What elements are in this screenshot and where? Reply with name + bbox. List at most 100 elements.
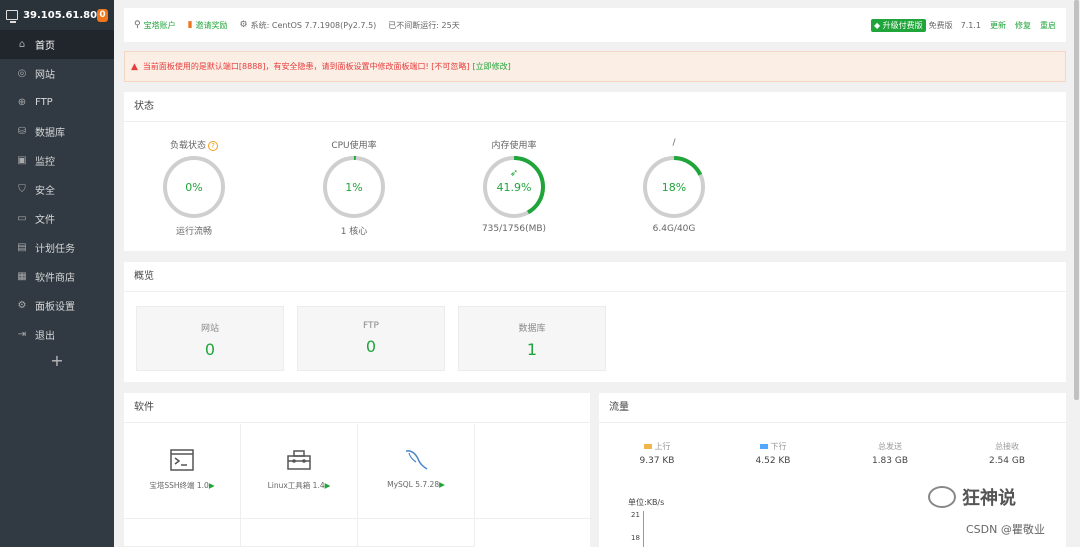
nav-icon: ▤ (17, 242, 27, 253)
nav-icon: ⚙ (17, 300, 27, 311)
gauge-title-text: / (672, 138, 676, 148)
sidebar-item[interactable]: ⛁ 数据库 (0, 117, 114, 146)
sidebar-item[interactable]: ⌂ 首页 (0, 30, 114, 59)
overview-label: 数据库 (518, 324, 546, 334)
nav-icon: ⊕ (17, 97, 27, 108)
overview-value: 0 (365, 337, 377, 356)
server-ip: 39.105.61.80 (23, 9, 98, 21)
terminal-icon (170, 449, 194, 471)
upgrade-button[interactable]: ◆ 升级付费版 (870, 18, 926, 32)
sidebar-item[interactable]: ⇥ 退出 (0, 320, 114, 349)
sidebar-item[interactable]: ⊕ FTP (0, 88, 114, 117)
gauge-title: 内存使用率 (454, 138, 574, 152)
traffic-value: 4.52 KB (755, 456, 791, 466)
software-empty-slot (124, 519, 241, 547)
gauge-value: 18% (662, 181, 686, 194)
sidebar-item-label: 数据库 (35, 128, 65, 139)
sidebar-item[interactable]: ▭ 文件 (0, 204, 114, 233)
sidebar-item-label: 面板设置 (35, 302, 75, 313)
overview-value: 1 (526, 340, 538, 359)
traffic-upload: 上行 9.37 KB (607, 441, 707, 466)
upload-swatch (643, 444, 652, 449)
sidebar-item-label: 软件商店 (35, 273, 75, 284)
gauge[interactable]: CPU使用率 1% 1 核心 (294, 138, 414, 237)
update-button[interactable]: 更新 (990, 20, 1006, 31)
restart-button[interactable]: 重启 (1040, 20, 1056, 31)
top-bar: ⚲ 宝塔账户 ▮ 邀请奖励 ⚙ 系统: CentOS 7.7.1908(Py2.… (124, 8, 1066, 42)
uptime-label: 已不间断运行: 25天 (388, 20, 460, 30)
sidebar-item-label: 网站 (35, 70, 55, 81)
sidebar-item[interactable]: ▦ 软件商店 (0, 262, 114, 291)
overview-card-ftp[interactable]: FTP 0 (297, 306, 445, 371)
sidebar-item[interactable]: ⚙ 面板设置 (0, 291, 114, 320)
traffic-download: 下行 4.52 KB (723, 441, 823, 466)
gift-icon: ▮ (187, 20, 193, 30)
overview-panel: 概览 网站 0 FTP 0 数据库 1 (124, 262, 1066, 382)
account-link[interactable]: ⚲ 宝塔账户 (134, 20, 176, 31)
sidebar-item[interactable]: ◎ 网站 (0, 59, 114, 88)
sidebar-item-label: 文件 (35, 215, 55, 226)
rocket-icon: ➶ (510, 168, 518, 179)
overview-value: 0 (204, 340, 216, 359)
overview-label: FTP (363, 321, 379, 331)
security-warning: ▲ 当前面板使用的是默认端口[8888]，有安全隐患，请到面板设置中修改面板端口… (124, 51, 1066, 82)
repair-button[interactable]: 修复 (1015, 20, 1031, 31)
watermark: 狂神说 (928, 484, 1016, 510)
overview-card-database[interactable]: 数据库 1 (458, 306, 606, 371)
overview-card-website[interactable]: 网站 0 (136, 306, 284, 371)
scrollbar-thumb[interactable] (1074, 0, 1079, 400)
sidebar-item[interactable]: ⛉ 安全 (0, 175, 114, 204)
warning-text: 当前面板使用的是默认端口[8888]，有安全隐患，请到面板设置中修改面板端口! … (142, 62, 470, 71)
software-item-toolbox[interactable]: Linux工具箱 1.4▶ (241, 424, 358, 519)
y-tick: 21 (631, 511, 640, 519)
system-label: 系统: CentOS 7.7.1908(Py2.7.5) (250, 20, 377, 30)
gauge-subtitle: 运行流畅 (175, 227, 212, 237)
account-label: 宝塔账户 (143, 20, 176, 30)
traffic-label: 上行 (654, 442, 671, 451)
fix-port-link[interactable]: [立即修改] (473, 61, 511, 72)
gauge-value: 0% (185, 181, 202, 194)
gauge[interactable]: / 18% 6.4G/40G (614, 138, 734, 234)
traffic-value: 1.83 GB (871, 456, 909, 466)
sidebar-item-label: 计划任务 (35, 244, 75, 255)
top-actions: ◆ 升级付费版 免费版 7.1.1 更新 修复 重启 (870, 18, 1056, 32)
nav-icon: ⌂ (18, 39, 26, 50)
sidebar-item[interactable]: ▤ 计划任务 (0, 233, 114, 262)
play-icon: ▶ (324, 481, 331, 490)
nav-icon: ⛁ (17, 126, 27, 137)
gauge[interactable]: 内存使用率 ➶ 41.9% 735/1756(MB) (454, 138, 574, 234)
traffic-label: 下行 (770, 442, 787, 451)
nav-icon: ⇥ (17, 329, 27, 340)
wechat-icon (928, 486, 956, 508)
gear-icon: ⚙ (239, 20, 248, 30)
software-name: 宝塔SSH终端 1.0 (149, 481, 209, 490)
software-item-mysql[interactable]: MySQL 5.7.28▶ (358, 424, 475, 519)
traffic-unit: 单位:KB/s (628, 498, 665, 507)
gauge-subtitle: 735/1756(MB) (481, 224, 547, 234)
nav-icon: ⛉ (18, 184, 26, 195)
software-empty-slot (475, 424, 592, 519)
software-panel: 软件 宝塔SSH终端 1.0▶ Linux工具箱 1.4▶ MySQL 5.7.… (124, 393, 592, 547)
invite-link[interactable]: ▮ 邀请奖励 (188, 20, 228, 31)
traffic-value: 9.37 KB (639, 456, 675, 466)
gauge-subtitle: 1 核心 (340, 227, 368, 237)
help-icon[interactable]: ? (208, 141, 218, 151)
version-label: 7.1.1 (960, 20, 981, 30)
invite-label: 邀请奖励 (195, 20, 228, 30)
gauge[interactable]: 负载状态? 0% 运行流畅 (134, 138, 254, 237)
add-nav-button[interactable]: + (0, 349, 114, 373)
warning-icon: ▲ (131, 61, 138, 72)
sidebar: 39.105.61.80 0 ⌂ 首页 ◎ 网站 ⊕ FTP ⛁ 数据库 ▣ 监控 ⛉ 安全 ▭ 文件 ▤ 计… (0, 0, 114, 547)
software-item-ssh[interactable]: 宝塔SSH终端 1.0▶ (124, 424, 241, 519)
sidebar-item-label: 退出 (35, 331, 55, 342)
chart-y-axis (643, 511, 644, 547)
traffic-label: 总发送 (878, 442, 902, 451)
notification-badge[interactable]: 0 (97, 8, 108, 22)
page-scrollbar[interactable] (1073, 0, 1080, 547)
gauge-title-text: CPU使用率 (331, 141, 377, 151)
sidebar-item-label: 首页 (35, 41, 55, 52)
traffic-title: 流量 (599, 393, 1066, 423)
play-icon: ▶ (439, 480, 445, 489)
gauge-value: 41.9% (497, 181, 532, 194)
sidebar-item[interactable]: ▣ 监控 (0, 146, 114, 175)
